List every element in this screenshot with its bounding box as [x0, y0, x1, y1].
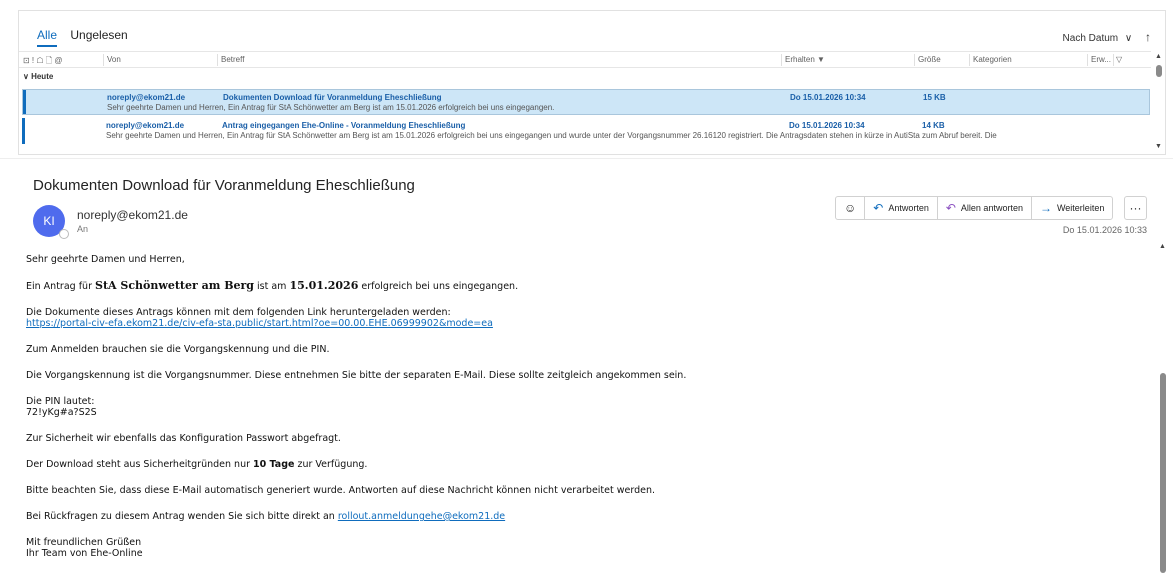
- column-separator: [914, 54, 915, 66]
- column-received[interactable]: Erhalten ▼: [785, 55, 825, 64]
- body-paragraph: Die Vorgangskennung ist die Vorgangsnumm…: [26, 370, 687, 381]
- forward-label: Weiterleiten: [1056, 203, 1105, 213]
- message-row[interactable]: noreply@ekom21.de Dokumenten Download fü…: [22, 89, 1150, 115]
- message-from: noreply@ekom21.de: [106, 121, 185, 130]
- filter-unread-tab[interactable]: Ungelesen: [70, 28, 127, 42]
- column-separator: [103, 54, 104, 66]
- message-subject: Dokumenten Download für Voranmeldung Ehe…: [223, 93, 442, 102]
- message-list-pane: Alle Ungelesen Nach Datum ∨ ↑ ⊡ ! ☖ 🗋 @ …: [18, 10, 1166, 155]
- scroll-up-arrow-icon[interactable]: ▲: [1155, 53, 1162, 60]
- filter-bar: Alle Ungelesen: [37, 28, 138, 47]
- message-preview: Sehr geehrte Damen und Herren, Ein Antra…: [106, 131, 997, 140]
- scrollbar-thumb[interactable]: [1160, 373, 1166, 573]
- body-paragraph: Der Download steht aus Sicherheitgründen…: [26, 459, 368, 470]
- message-body: Sehr geehrte Damen und Herren, Ein Antra…: [26, 254, 1136, 574]
- message-received: Do 15.01.2026 10:34: [789, 121, 865, 130]
- column-header-row: ⊡ ! ☖ 🗋 @ Von Betreff Erhalten ▼ Größe K…: [19, 51, 1151, 68]
- column-separator: [1113, 54, 1114, 66]
- reply-button[interactable]: ↶ Antworten: [865, 197, 938, 219]
- pane-divider[interactable]: [0, 158, 1173, 159]
- message-size: 14 KB: [922, 121, 945, 130]
- message-preview: Sehr geehrte Damen und Herren, Ein Antra…: [107, 103, 555, 112]
- forward-button[interactable]: → Weiterleiten: [1032, 197, 1112, 219]
- pin-value: 72!yKg#a?S2S: [26, 407, 97, 418]
- sender-address[interactable]: noreply@ekom21.de: [77, 208, 188, 222]
- forward-icon: →: [1039, 201, 1052, 215]
- presence-status-icon: [59, 229, 69, 239]
- reply-all-label: Allen antworten: [960, 203, 1023, 213]
- sort-control[interactable]: Nach Datum ∨ ↑: [1059, 30, 1151, 44]
- message-list-scrollbar[interactable]: ▲ ▼: [1153, 51, 1165, 155]
- message-from: noreply@ekom21.de: [107, 93, 186, 102]
- message-subject: Antrag eingegangen Ehe-Online - Voranmel…: [222, 121, 466, 130]
- reading-pane-scrollbar[interactable]: ▲: [1158, 243, 1168, 583]
- reply-label: Antworten: [888, 203, 929, 213]
- column-subject[interactable]: Betreff: [221, 55, 244, 64]
- sort-direction-arrow-icon[interactable]: ↑: [1145, 30, 1151, 44]
- message-date: Do 15.01.2026 10:33: [1062, 225, 1147, 235]
- closing: Mit freundlichen Grüßen Ihr Team von Ehe-…: [26, 537, 143, 559]
- column-separator: [969, 54, 970, 66]
- office-name: StA Schönwetter am Berg: [95, 279, 254, 292]
- received-date: 15.01.2026: [289, 279, 359, 292]
- reply-icon: ↶: [873, 201, 884, 215]
- body-paragraph: Bei Rückfragen zu diesem Antrag wenden S…: [26, 511, 506, 522]
- download-link[interactable]: https://portal-civ-efa.ekom21.de/civ-efa…: [26, 318, 493, 329]
- chevron-down-icon[interactable]: ∨: [1125, 33, 1132, 44]
- column-flag-icons[interactable]: ⊡ ! ☖ 🗋 @: [23, 55, 63, 69]
- reply-all-icon: ↶: [945, 201, 956, 215]
- greeting: Sehr geehrte Damen und Herren,: [26, 254, 185, 265]
- body-paragraph: Die Dokumente dieses Antrags können mit …: [26, 307, 493, 329]
- body-paragraph: Bitte beachten Sie, dass diese E-Mail au…: [26, 485, 656, 496]
- filter-all-tab[interactable]: Alle: [37, 28, 58, 47]
- scroll-up-arrow-icon[interactable]: ▲: [1159, 243, 1166, 250]
- more-actions-button[interactable]: ···: [1124, 196, 1147, 220]
- scroll-down-arrow-icon[interactable]: ▼: [1155, 143, 1162, 150]
- unread-indicator: [22, 118, 25, 144]
- body-paragraph: Zum Anmelden brauchen sie die Vorgangske…: [26, 344, 330, 355]
- column-size[interactable]: Größe: [918, 55, 941, 64]
- unread-indicator: [23, 90, 26, 114]
- reading-subject: Dokumenten Download für Voranmeldung Ehe…: [33, 177, 415, 194]
- smiley-icon: ☺: [844, 201, 857, 215]
- body-paragraph: Ein Antrag für StA Schönwetter am Berg i…: [26, 279, 519, 292]
- message-row[interactable]: noreply@ekom21.de Antrag eingegangen Ehe…: [22, 118, 1150, 144]
- reply-all-button[interactable]: ↶ Allen antworten: [938, 197, 1032, 219]
- pin-paragraph: Die PIN lautet: 72!yKg#a?S2S: [26, 396, 97, 418]
- days-value: 10 Tage: [253, 459, 295, 470]
- action-toolbar: ☺ ↶ Antworten ↶ Allen antworten → Weiter…: [835, 196, 1114, 220]
- group-header-today[interactable]: ∨ Heute: [23, 72, 53, 81]
- column-from[interactable]: Von: [107, 55, 121, 64]
- scrollbar-thumb[interactable]: [1156, 65, 1162, 77]
- body-paragraph: Zur Sicherheit wir ebenfalls das Konfigu…: [26, 433, 341, 444]
- column-separator: [217, 54, 218, 66]
- message-received: Do 15.01.2026 10:34: [790, 93, 866, 102]
- message-size: 15 KB: [923, 93, 946, 102]
- column-extended[interactable]: Erw...: [1091, 55, 1111, 64]
- filter-icon[interactable]: ▽: [1116, 55, 1122, 64]
- to-label: An: [77, 224, 89, 234]
- contact-email-link[interactable]: rollout.anmeldungehe@ekom21.de: [338, 511, 505, 522]
- column-separator: [1087, 54, 1088, 66]
- column-separator: [781, 54, 782, 66]
- sort-label[interactable]: Nach Datum: [1063, 33, 1119, 44]
- emoji-reaction-button[interactable]: ☺: [836, 197, 866, 219]
- column-categories[interactable]: Kategorien: [973, 55, 1012, 64]
